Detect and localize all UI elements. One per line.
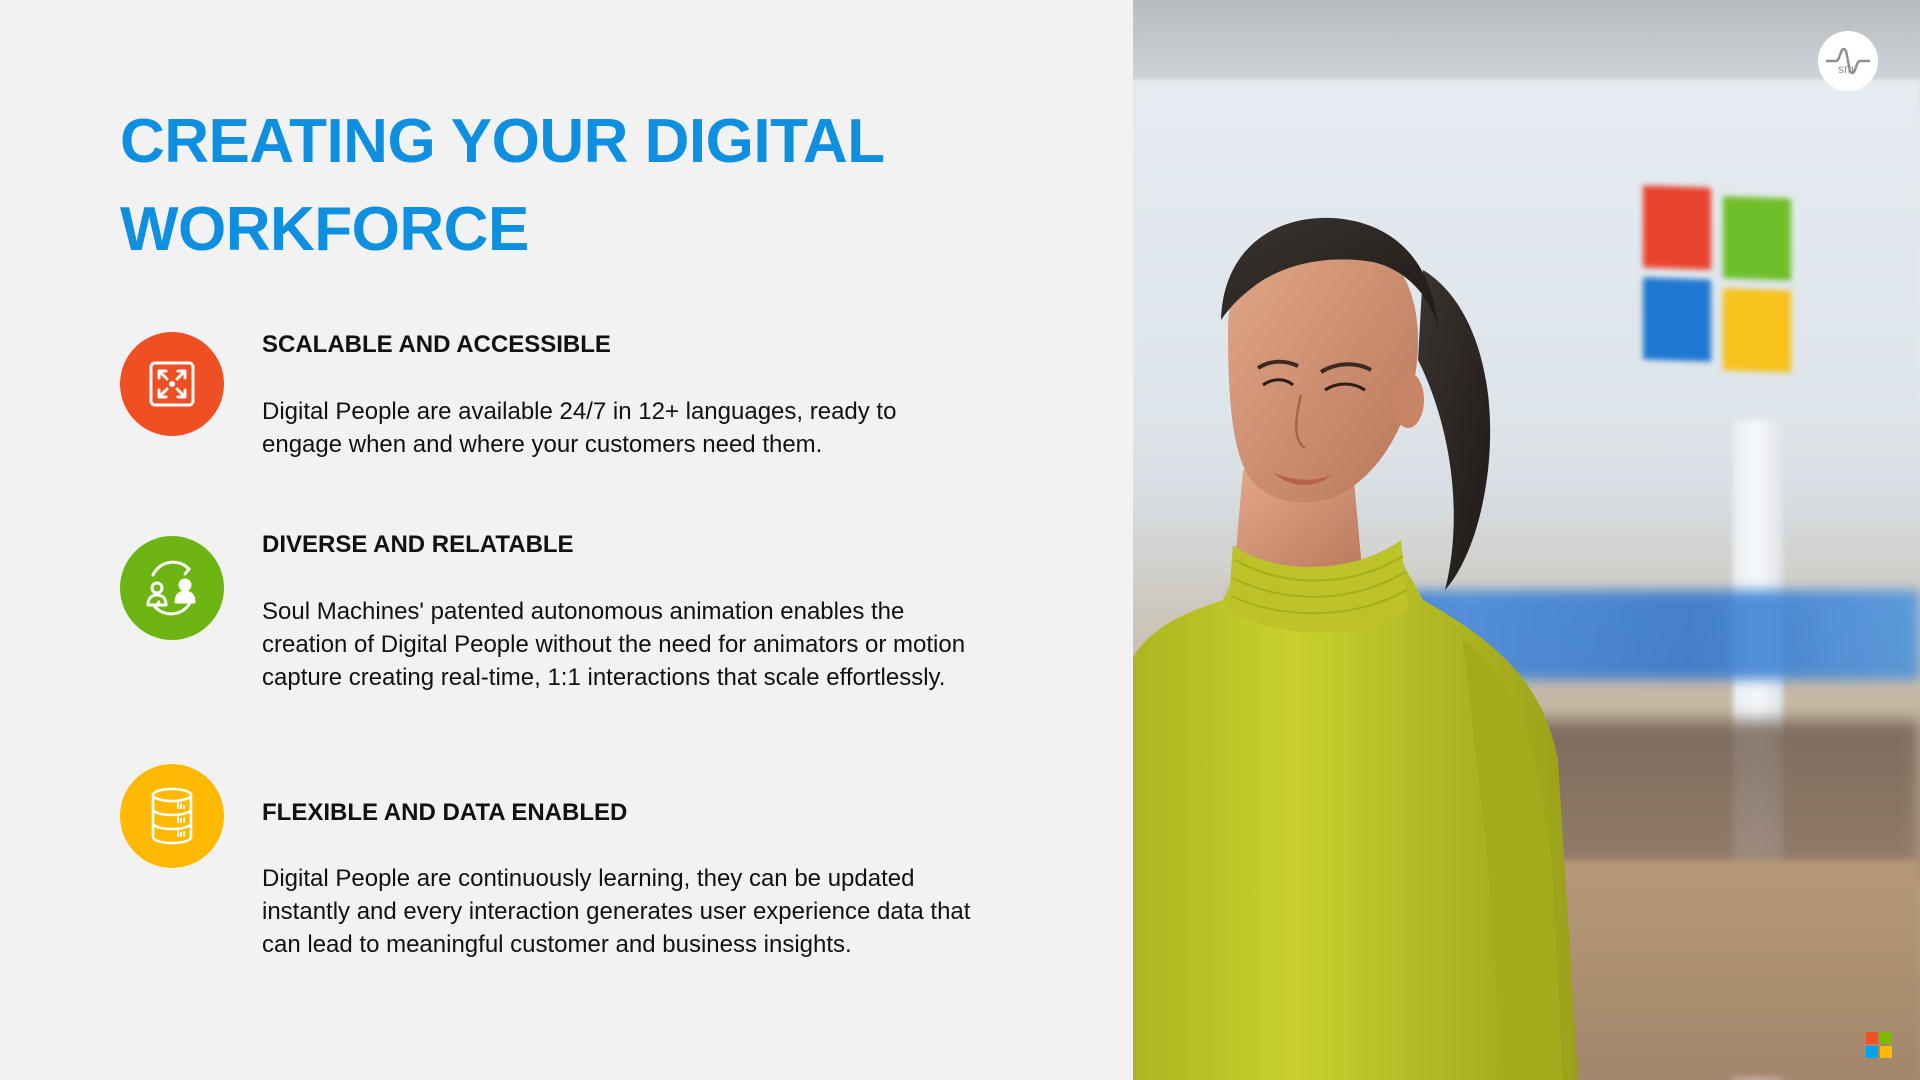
feature-heading-diverse: DIVERSE AND RELATABLE: [262, 531, 574, 558]
digital-person-figure: [1133, 217, 1578, 1080]
soul-machines-logo-text: sm: [1838, 62, 1854, 76]
feature-body-diverse: Soul Machines' patented autonomous anima…: [262, 598, 966, 691]
database-icon: [120, 764, 224, 868]
microsoft-logo: [1866, 1032, 1892, 1058]
soul-machines-logo: sm: [1818, 31, 1878, 91]
people-exchange-icon: [120, 536, 224, 640]
expand-icon: [120, 332, 224, 436]
digital-person-photo: [1133, 0, 1920, 1080]
feature-heading-scalable: SCALABLE AND ACCESSIBLE: [262, 331, 611, 358]
content-panel: CREATING YOUR DIGITAL WORKFORCE SCALABLE…: [0, 0, 1133, 1080]
feature-body-scalable: Digital People are available 24/7 in 12+…: [262, 398, 897, 458]
feature-heading-flexible: FLEXIBLE AND DATA ENABLED: [262, 799, 628, 826]
slide: CREATING YOUR DIGITAL WORKFORCE SCALABLE…: [0, 0, 1920, 1080]
feature-body-flexible: Digital People are continuously learning…: [262, 865, 971, 958]
slide-title: CREATING YOUR DIGITAL WORKFORCE: [120, 107, 884, 264]
